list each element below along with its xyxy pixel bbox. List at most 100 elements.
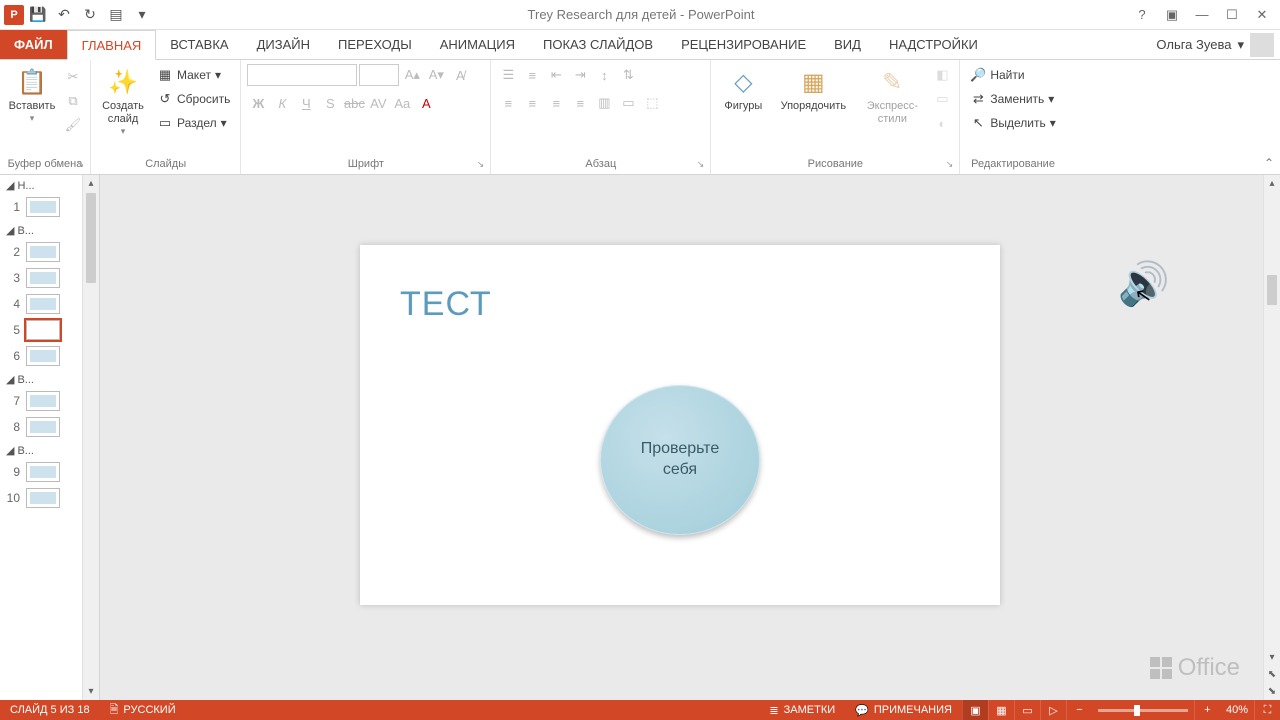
prev-slide-icon[interactable]: ⬉ [1264, 666, 1280, 683]
zoom-out-icon[interactable]: − [1066, 700, 1092, 720]
columns-icon[interactable]: ▥ [593, 92, 615, 114]
align-right-icon[interactable]: ≡ [545, 92, 567, 114]
tab-addins[interactable]: НАДСТРОЙКИ [875, 30, 992, 59]
arrange-button[interactable]: ▦ Упорядочить [773, 64, 853, 113]
section-header[interactable]: ◢ Н... [0, 175, 83, 194]
decrease-indent-icon[interactable]: ⇤ [545, 64, 567, 86]
slide-thumb-3[interactable]: 3 [0, 265, 83, 291]
slideshow-view-icon[interactable]: ▷ [1040, 700, 1066, 720]
current-slide[interactable]: ТЕСТ Проверьтесебя [360, 245, 1000, 605]
next-slide-icon[interactable]: ⬊ [1264, 683, 1280, 700]
user-account[interactable]: Ольга Зуева▾ [1156, 30, 1280, 59]
qat-customize-icon[interactable]: ▾ [130, 3, 154, 27]
slide-thumb-4[interactable]: 4 [0, 291, 83, 317]
reset-button[interactable]: ↺Сбросить [153, 88, 234, 110]
slide-circle-shape[interactable]: Проверьтесебя [600, 385, 760, 535]
scroll-up-icon[interactable]: ▴ [1264, 175, 1280, 192]
scroll-down-icon[interactable]: ▾ [83, 683, 99, 700]
bullets-icon[interactable]: ☰ [497, 64, 519, 86]
zoom-level[interactable]: 40% [1220, 700, 1254, 720]
font-family-select[interactable] [247, 64, 357, 86]
canvas-scrollbar[interactable]: ▴ ▾ ⬉ ⬊ [1263, 175, 1280, 700]
maximize-icon[interactable]: ☐ [1218, 3, 1246, 27]
bold-icon[interactable]: Ж [247, 92, 269, 114]
shadow-icon[interactable]: S [319, 92, 341, 114]
dialog-launcher-icon[interactable]: ↘ [477, 159, 485, 170]
start-from-beginning-icon[interactable]: ▤ [104, 3, 128, 27]
tab-review[interactable]: РЕЦЕНЗИРОВАНИЕ [667, 30, 820, 59]
dialog-launcher-icon[interactable]: ↘ [76, 159, 84, 170]
minimize-icon[interactable]: — [1188, 3, 1216, 27]
select-button[interactable]: ↖Выделить ▾ [966, 112, 1059, 134]
layout-button[interactable]: ▦Макет ▾ [153, 64, 234, 86]
slide-title[interactable]: ТЕСТ [400, 285, 492, 324]
slide-thumb-8[interactable]: 8 [0, 414, 83, 440]
scroll-thumb[interactable] [86, 193, 96, 283]
justify-icon[interactable]: ≡ [569, 92, 591, 114]
slide-thumb-9[interactable]: 9 [0, 459, 83, 485]
scroll-up-icon[interactable]: ▴ [83, 175, 99, 192]
quick-styles-button[interactable]: ✎ Экспресс-стили [857, 64, 927, 126]
shape-outline-icon[interactable]: ▭ [931, 88, 953, 110]
shape-fill-icon[interactable]: ◧ [931, 64, 953, 86]
slide-thumb-5[interactable]: 5 [0, 317, 83, 343]
clear-format-icon[interactable]: A̸ [449, 64, 471, 86]
sorter-view-icon[interactable]: ▦ [988, 700, 1014, 720]
tab-slideshow[interactable]: ПОКАЗ СЛАЙДОВ [529, 30, 667, 59]
copy-icon[interactable]: ⧉ [62, 90, 84, 112]
slide-thumb-7[interactable]: 7 [0, 388, 83, 414]
notes-button[interactable]: ≣ЗАМЕТКИ [759, 700, 845, 720]
numbering-icon[interactable]: ≡ [521, 64, 543, 86]
align-text-icon[interactable]: ▭ [617, 92, 639, 114]
section-header[interactable]: ◢ В... [0, 369, 83, 388]
shape-effects-icon[interactable]: ◐ [931, 112, 953, 134]
smartart-icon[interactable]: ⬚ [641, 92, 663, 114]
slide-thumb-6[interactable]: 6 [0, 343, 83, 369]
scroll-thumb[interactable] [1267, 275, 1277, 305]
line-spacing-icon[interactable]: ↕ [593, 64, 615, 86]
section-header[interactable]: ◢ В... [0, 440, 83, 459]
increase-font-icon[interactable]: A▴ [401, 64, 423, 86]
help-icon[interactable]: ? [1128, 3, 1156, 27]
comments-button[interactable]: 💬ПРИМЕЧАНИЯ [845, 700, 962, 720]
undo-icon[interactable]: ↶ [52, 3, 76, 27]
slide-thumb-1[interactable]: 1 [0, 194, 83, 220]
decrease-font-icon[interactable]: A▾ [425, 64, 447, 86]
align-center-icon[interactable]: ≡ [521, 92, 543, 114]
language-status[interactable]: 🗎РУССКИЙ [100, 700, 186, 720]
zoom-slider[interactable] [1098, 709, 1188, 712]
tab-animations[interactable]: АНИМАЦИЯ [426, 30, 529, 59]
scroll-down-icon[interactable]: ▾ [1264, 649, 1280, 666]
save-icon[interactable]: 💾 [26, 3, 50, 27]
reading-view-icon[interactable]: ▭ [1014, 700, 1040, 720]
char-spacing-icon[interactable]: AV [367, 92, 389, 114]
font-color-icon[interactable]: A [415, 92, 437, 114]
dialog-launcher-icon[interactable]: ↘ [697, 159, 705, 170]
slide-thumb-2[interactable]: 2 [0, 239, 83, 265]
format-painter-icon[interactable]: 🖌 [62, 114, 84, 136]
align-left-icon[interactable]: ≡ [497, 92, 519, 114]
normal-view-icon[interactable]: ▣ [962, 700, 988, 720]
cut-icon[interactable]: ✂ [62, 66, 84, 88]
section-button[interactable]: ▭Раздел ▾ [153, 112, 234, 134]
ribbon-display-icon[interactable]: ▣ [1158, 3, 1186, 27]
new-slide-button[interactable]: ✨ Создать слайд ▾ [97, 64, 149, 137]
slide-thumb-10[interactable]: 10 [0, 485, 83, 511]
underline-icon[interactable]: Ч [295, 92, 317, 114]
slide-count[interactable]: СЛАЙД 5 ИЗ 18 [0, 700, 100, 720]
shapes-button[interactable]: ◇ Фигуры [717, 64, 769, 113]
font-size-select[interactable] [359, 64, 399, 86]
replace-button[interactable]: ⇄Заменить ▾ [966, 88, 1059, 110]
tab-home[interactable]: ГЛАВНАЯ [67, 30, 157, 60]
tab-transitions[interactable]: ПЕРЕХОДЫ [324, 30, 426, 59]
close-icon[interactable]: ✕ [1248, 3, 1276, 27]
tab-file[interactable]: ФАЙЛ [0, 30, 67, 59]
strike-icon[interactable]: abc [343, 92, 365, 114]
text-direction-icon[interactable]: ⇅ [617, 64, 639, 86]
slide-canvas[interactable]: ТЕСТ Проверьтесебя 🔊 ↖ Office ▴ ▾ ⬉ ⬊ [100, 175, 1280, 700]
tab-design[interactable]: ДИЗАЙН [243, 30, 324, 59]
find-button[interactable]: 🔎Найти [966, 64, 1059, 86]
dialog-launcher-icon[interactable]: ↘ [946, 159, 954, 170]
change-case-icon[interactable]: Aa [391, 92, 413, 114]
section-header[interactable]: ◢ В... [0, 220, 83, 239]
